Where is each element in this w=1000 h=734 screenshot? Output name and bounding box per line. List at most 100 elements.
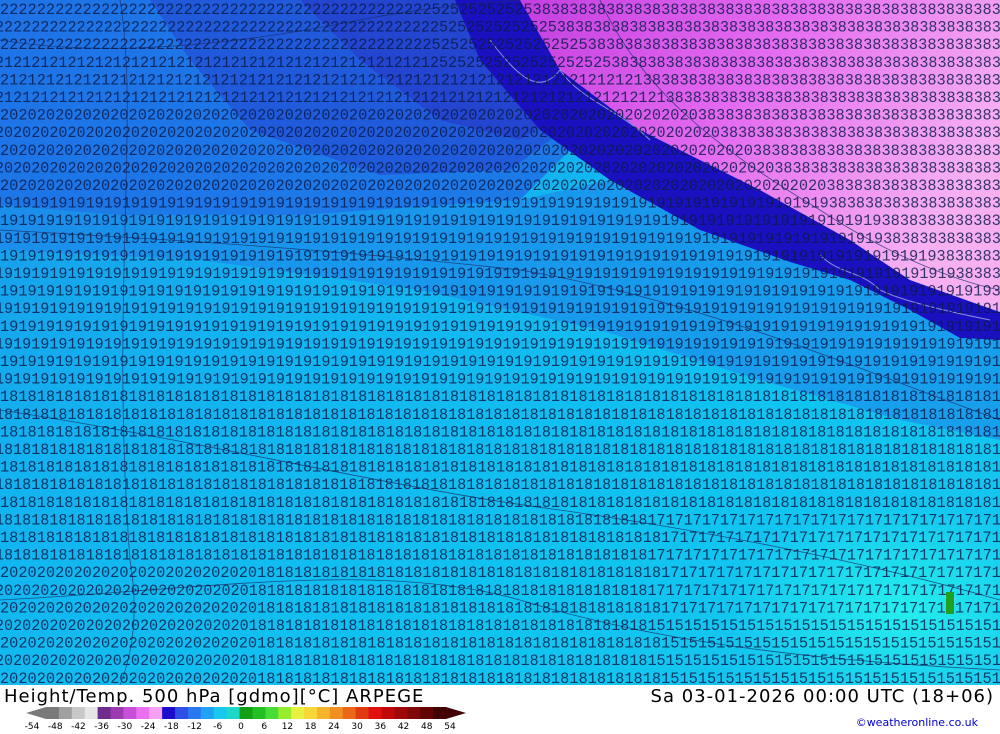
valid-time: Sa 03-01-2026 00:00 UTC (18+06) xyxy=(650,686,994,707)
legend-swatch xyxy=(84,707,99,719)
legend-tick-label: 54 xyxy=(444,722,456,732)
value-label-row: 2020202020202020202020202020202020202020… xyxy=(0,177,1000,195)
legend-swatch xyxy=(407,707,421,719)
legend-swatch xyxy=(252,707,266,719)
legend-swatch xyxy=(123,707,137,719)
legend-swatch xyxy=(239,707,253,719)
value-label-row: 1919191919191919191919191919191919191919… xyxy=(0,353,1000,371)
legend-tick-label: -36 xyxy=(94,722,110,732)
value-label-row: 1818181818181818181818181818181818181818… xyxy=(0,476,1000,494)
legend-swatch xyxy=(162,707,176,719)
map-title: Height/Temp. 500 hPa [gdmo][°C] ARPEGE xyxy=(4,686,425,707)
value-label-row: 2020202020202020202020202020202020202020… xyxy=(0,107,1000,125)
value-label-row: 2020202020202020202020202020181818181818… xyxy=(0,652,1000,670)
value-label-row: 1818181818181818181818181818181818181818… xyxy=(0,511,1000,529)
value-label-row: 1818181818181818181818181818181818181818… xyxy=(0,547,1000,565)
legend-swatch xyxy=(291,707,305,719)
legend-swatch xyxy=(46,707,60,719)
legend-swatch xyxy=(420,707,434,719)
legend-swatch xyxy=(355,707,370,719)
value-label-row: 1818181818181818181818181818181818181818… xyxy=(0,441,1000,459)
legend-swatch xyxy=(226,707,241,719)
legend-swatch xyxy=(278,707,292,719)
legend-swatch xyxy=(187,707,202,719)
value-label-row: 2020202020202020202020202020202020202020… xyxy=(0,142,1000,160)
legend-tick-label: -42 xyxy=(71,722,86,732)
value-label-row: 1818181818181818181818181818181818181818… xyxy=(0,459,1000,477)
value-label-row: 2020202020202020202020202020181818181818… xyxy=(0,635,1000,653)
footer: Height/Temp. 500 hPa [gdmo][°C] ARPEGE S… xyxy=(0,685,1000,733)
value-label-row: 1818181818181818181818181818181818181818… xyxy=(0,388,1000,406)
value-label-row: 1919191919191919191919191919191919191919… xyxy=(0,335,1000,353)
value-label-row: 2121212121212121212121212121212121212121… xyxy=(0,54,1000,72)
value-label-row: 1919191919191919191919191919191919191919… xyxy=(0,318,1000,336)
value-label-row: 2222222222222222222222222222222222222222… xyxy=(0,36,1000,54)
weather-map: 2222222222222222222222222222222222222222… xyxy=(0,0,1000,685)
legend-arrow-left xyxy=(26,707,46,719)
value-label-row: 2020202020202020202020202020181818181818… xyxy=(0,599,1000,617)
legend-tick-label: -48 xyxy=(47,722,63,732)
value-label-row: 2020202020202020202020202020202020202020… xyxy=(0,124,1000,142)
legend-swatch xyxy=(329,707,344,719)
value-label-row: 1919191919191919191919191919191919191919… xyxy=(0,265,1000,283)
legend-tick-label: 30 xyxy=(351,722,363,732)
legend-tick-label: 0 xyxy=(238,722,244,732)
legend-tick-label: 12 xyxy=(281,722,294,732)
legend-swatch xyxy=(149,707,163,719)
legend-swatch xyxy=(381,707,395,719)
value-label-row: 1818181818181818181818181818181818181818… xyxy=(0,423,1000,441)
legend-tick-label: -24 xyxy=(140,722,156,732)
value-label-row: 1919191919191919191919191919191919191919… xyxy=(0,230,1000,248)
color-scale xyxy=(26,707,466,719)
legend-swatch xyxy=(136,707,150,719)
legend-swatch xyxy=(200,707,215,719)
value-label-row: 1818181818181818181818181818181818181818… xyxy=(0,529,1000,547)
value-label-row: 1919191919191919191919191919191919191919… xyxy=(0,195,1000,213)
value-label-row: 2121212121212121212121212121212121212121… xyxy=(0,89,1000,107)
legend-swatch xyxy=(97,707,112,719)
value-label-row: 2222222222222222222222222222222222222222… xyxy=(0,1,1000,19)
legend-tick-label: 18 xyxy=(304,722,317,732)
legend-tick-label: -18 xyxy=(163,722,179,732)
value-label-row: 1919191919191919191919191919191919191919… xyxy=(0,371,1000,389)
value-label-row: 1919191919191919191919191919191919191919… xyxy=(0,212,1000,230)
value-label-row: 1818181818181818181818181818181818181818… xyxy=(0,406,1000,424)
value-labels: 2222222222222222222222222222222222222222… xyxy=(0,1,1000,685)
legend-swatch xyxy=(342,707,357,719)
color-scale-ticks: -54 -48 -42 -36 -30 -24 -18 -12 -6 0 6 12 18 24 30 36 42… xyxy=(25,722,472,734)
legend-tick-label: 24 xyxy=(328,722,340,732)
value-label-row: 1919191919191919191919191919191919191919… xyxy=(0,300,1000,318)
credit-link[interactable]: ©weatheronline.co.uk xyxy=(856,716,978,729)
value-label-row: 1919191919191919191919191919191919191919… xyxy=(0,247,1000,265)
legend-tick-label: 36 xyxy=(374,722,387,732)
value-label-row: 1919191919191919191919191919191919191919… xyxy=(0,283,1000,301)
legend-swatch xyxy=(213,707,228,719)
value-label-row: 2020202020202020202020202020181818181818… xyxy=(0,617,1000,635)
legend-swatch xyxy=(58,707,73,719)
legend-swatch xyxy=(394,707,408,719)
legend-tick-label: -12 xyxy=(187,722,202,732)
station-marker xyxy=(946,592,954,614)
value-label-row: 2020202020202020202020202020202020202020… xyxy=(0,159,1000,177)
legend-tick-label: 42 xyxy=(397,722,410,732)
legend-tick-label: 48 xyxy=(421,722,433,732)
value-label-row: 2020202020202020202020202020181818181818… xyxy=(0,670,1000,685)
legend-swatch xyxy=(304,707,318,719)
value-label-row: 1818181818181818181818181818181818181818… xyxy=(0,494,1000,512)
legend-arrow-right xyxy=(446,707,466,719)
value-label-row: 2020202020202020202020202020181818181818… xyxy=(0,564,1000,582)
legend-swatch xyxy=(71,707,86,719)
legend-swatch xyxy=(175,707,189,719)
legend-swatch xyxy=(265,707,279,719)
legend-tick-label: -30 xyxy=(117,722,133,732)
legend-swatch xyxy=(316,707,331,719)
legend-swatch xyxy=(110,707,124,719)
legend-tick-label: -54 xyxy=(24,722,40,732)
value-label-row: 2020202020202020202020202020181818181818… xyxy=(0,582,1000,600)
legend-swatch xyxy=(368,707,382,719)
value-label-row: 2222222222222222222222222222222222222222… xyxy=(0,19,1000,37)
legend-swatch xyxy=(433,707,447,719)
legend-tick-label: -6 xyxy=(213,722,223,732)
legend-tick-label: 6 xyxy=(261,722,268,732)
value-label-row: 2121212121212121212121212121212121212121… xyxy=(0,71,1000,89)
